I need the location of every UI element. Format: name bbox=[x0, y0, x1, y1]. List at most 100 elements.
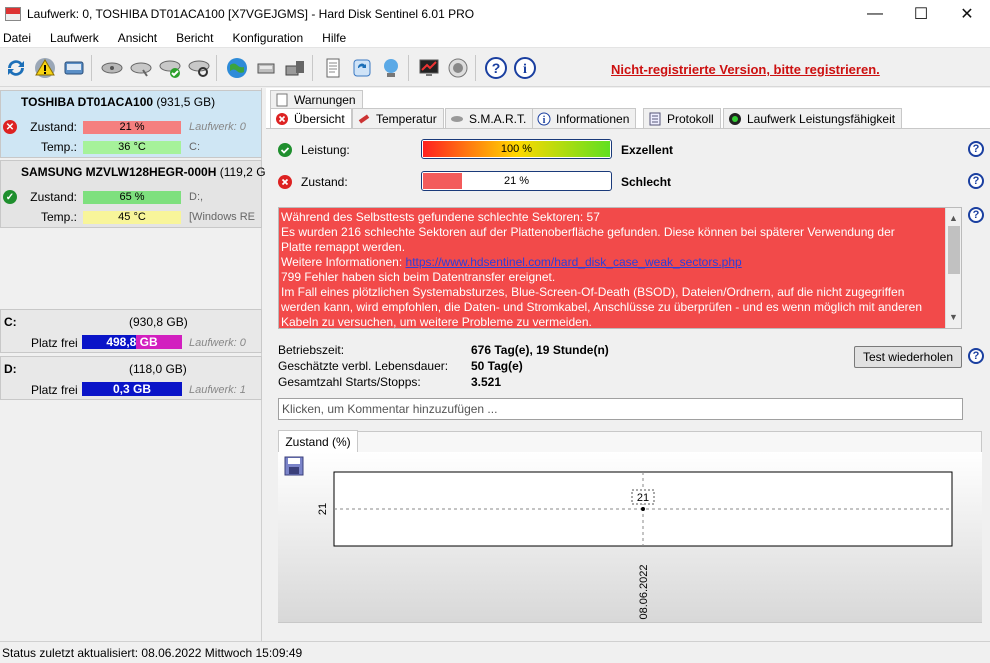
registration-link[interactable]: Nicht-registrierte Version, bitte regist… bbox=[611, 62, 880, 77]
status-bar: 65 % bbox=[83, 190, 181, 204]
tab-leistung[interactable]: Laufwerk Leistungsfähigkeit bbox=[723, 108, 903, 128]
disk-item-samsung[interactable]: SAMSUNG MZVLW128HEGR-000H (119,2 GB) ✓ Z… bbox=[0, 160, 278, 228]
temp-bar: 45 °C bbox=[83, 210, 181, 224]
hdd-surface-icon[interactable] bbox=[128, 55, 154, 81]
info-icon: i bbox=[537, 112, 551, 126]
startstop-label: Gesamtzahl Starts/Stopps: bbox=[278, 375, 421, 389]
maximize-button[interactable]: ☐ bbox=[898, 0, 944, 28]
y-tick-label: 21 bbox=[317, 503, 329, 515]
error-icon bbox=[275, 112, 289, 126]
menu-hilfe[interactable]: Hilfe bbox=[322, 31, 346, 45]
tab-label: Protokoll bbox=[667, 111, 714, 126]
tab-label: Übersicht bbox=[294, 111, 345, 126]
status-label: Zustand: bbox=[30, 120, 77, 134]
help-icon[interactable]: ? bbox=[968, 173, 984, 189]
close-button[interactable]: ✕ bbox=[944, 0, 990, 28]
warning-alert-icon[interactable] bbox=[32, 55, 58, 81]
volume-item-d[interactable]: D: (118,0 GB) Platz frei 0,3 GB Laufwerk… bbox=[0, 356, 262, 400]
scrollbar-thumb[interactable] bbox=[948, 226, 960, 274]
disk-item-toshiba[interactable]: TOSHIBA DT01ACA100 (931,5 GB) ✕ Zustand:… bbox=[0, 90, 262, 158]
performance-rating: Exzellent bbox=[621, 143, 674, 157]
uptime-label: Betriebszeit: bbox=[278, 343, 345, 357]
menu-konfiguration[interactable]: Konfiguration bbox=[232, 31, 303, 45]
details-panel: Warnungen Übersicht Temperatur S.M.A.R.T… bbox=[266, 88, 990, 641]
help-icon[interactable]: ? bbox=[483, 55, 509, 81]
message-scrollbar[interactable]: ▲ ▼ bbox=[945, 208, 961, 328]
tab-zustand-chart[interactable]: Zustand (%) bbox=[278, 430, 358, 452]
smart-icon bbox=[450, 112, 464, 126]
temp-label: Temp.: bbox=[40, 210, 77, 224]
free-space-bar: 498,8 GB bbox=[82, 335, 182, 349]
volume-name: C: bbox=[4, 315, 17, 329]
window-title: Laufwerk: 0, TOSHIBA DT01ACA100 [X7VGEJG… bbox=[27, 7, 475, 21]
network-disk-icon[interactable] bbox=[253, 55, 279, 81]
monitor-chart-icon[interactable] bbox=[416, 55, 442, 81]
performance-bar: 100 % bbox=[421, 139, 612, 159]
refresh-icon[interactable] bbox=[3, 55, 29, 81]
message-line: Es wurden 216 schlechte Sektoren auf der… bbox=[281, 225, 895, 239]
menu-datei[interactable]: Datei bbox=[3, 31, 31, 45]
health-label: Zustand: bbox=[301, 175, 348, 189]
disk-info-icon[interactable] bbox=[61, 55, 87, 81]
temp-label: Temp.: bbox=[40, 140, 77, 154]
hdd-search-icon[interactable] bbox=[186, 55, 212, 81]
status-text: Status zuletzt aktualisiert: 08.06.2022 … bbox=[2, 645, 303, 660]
volume-item-c[interactable]: C: (930,8 GB) Platz frei 498,8 GB Laufwe… bbox=[0, 309, 262, 353]
menu-bericht[interactable]: Bericht bbox=[176, 31, 213, 45]
x-tick-label: 08.06.2022 bbox=[638, 564, 650, 619]
disk-model: TOSHIBA DT01ACA100 bbox=[21, 95, 154, 109]
app-icon bbox=[5, 7, 21, 21]
menu-laufwerk[interactable]: Laufwerk bbox=[50, 31, 99, 45]
hdd-ok-icon[interactable] bbox=[157, 55, 183, 81]
drive-info: Laufwerk: 1 bbox=[189, 384, 246, 396]
drive-letter: C: bbox=[189, 141, 200, 153]
status-label: Zustand: bbox=[30, 190, 77, 204]
tab-uebersicht[interactable]: Übersicht bbox=[270, 108, 352, 128]
drive-tools-icon[interactable] bbox=[282, 55, 308, 81]
thermometer-icon bbox=[357, 112, 371, 126]
help-icon[interactable]: ? bbox=[968, 207, 984, 223]
title-bar: Laufwerk: 0, TOSHIBA DT01ACA100 [X7VGEJG… bbox=[0, 0, 990, 28]
message-line: 799 Fehler haben sich beim Datentransfer… bbox=[281, 270, 556, 284]
minimize-button[interactable]: — bbox=[852, 0, 898, 28]
message-line: Kabeln zu versuchen, um weitere Probleme… bbox=[281, 315, 592, 329]
drive-info: Laufwerk: 0 bbox=[189, 337, 246, 349]
disk-list-panel: TOSHIBA DT01ACA100 (931,5 GB) ✕ Zustand:… bbox=[0, 88, 278, 641]
message-line: Im Fall eines plötzlichen Systemabsturze… bbox=[281, 285, 905, 299]
volume-size: (930,8 GB) bbox=[129, 315, 188, 329]
startstop-value: 3.521 bbox=[471, 375, 502, 389]
message-line: Während des Selbsttests gefundene schlec… bbox=[281, 210, 600, 224]
scroll-down-icon[interactable]: ▼ bbox=[949, 310, 958, 325]
tab-smart[interactable]: S.M.A.R.T. bbox=[445, 108, 534, 128]
menu-ansicht[interactable]: Ansicht bbox=[118, 31, 157, 45]
hdd-test-icon[interactable] bbox=[99, 55, 125, 81]
more-info-link[interactable]: https://www.hdsentinel.com/hard_disk_cas… bbox=[406, 255, 742, 269]
gauge-icon bbox=[728, 112, 742, 126]
tab-warnungen[interactable]: Warnungen bbox=[270, 90, 363, 109]
health-chart: 21 08.06.2022 21 bbox=[278, 452, 982, 622]
help-icon[interactable]: ? bbox=[968, 141, 984, 157]
network-icon[interactable] bbox=[378, 55, 404, 81]
report-icon[interactable] bbox=[320, 55, 346, 81]
tab-temperatur[interactable]: Temperatur bbox=[352, 108, 444, 128]
disk-size: (931,5 GB) bbox=[156, 95, 216, 109]
tab-protokoll[interactable]: Protokoll bbox=[643, 108, 721, 128]
health-bar: 21 % bbox=[421, 171, 612, 191]
free-space-label: Platz frei bbox=[31, 383, 78, 397]
sync-icon[interactable] bbox=[349, 55, 375, 81]
speaker-icon[interactable] bbox=[445, 55, 471, 81]
uptime-value: 676 Tag(e), 19 Stunde(n) bbox=[471, 343, 609, 357]
retest-button[interactable]: Test wiederholen bbox=[854, 346, 962, 368]
health-fill bbox=[423, 173, 463, 189]
scroll-up-icon[interactable]: ▲ bbox=[949, 211, 958, 226]
tab-label: Laufwerk Leistungsfähigkeit bbox=[747, 111, 896, 126]
help-icon[interactable]: ? bbox=[968, 348, 984, 364]
more-info-label: Weitere Informationen: bbox=[281, 255, 406, 269]
health-message-box[interactable]: Während des Selbsttests gefundene schlec… bbox=[278, 207, 962, 329]
globe-icon[interactable] bbox=[224, 55, 250, 81]
comment-field[interactable]: Klicken, um Kommentar hinzuzufügen ... bbox=[278, 398, 963, 420]
overview-content: Leistung: 100 % Exzellent ? Zustand: 21 … bbox=[266, 128, 990, 641]
info-icon[interactable]: i bbox=[512, 55, 538, 81]
health-rating: Schlecht bbox=[621, 175, 672, 189]
tab-informationen[interactable]: i Informationen bbox=[532, 108, 637, 128]
